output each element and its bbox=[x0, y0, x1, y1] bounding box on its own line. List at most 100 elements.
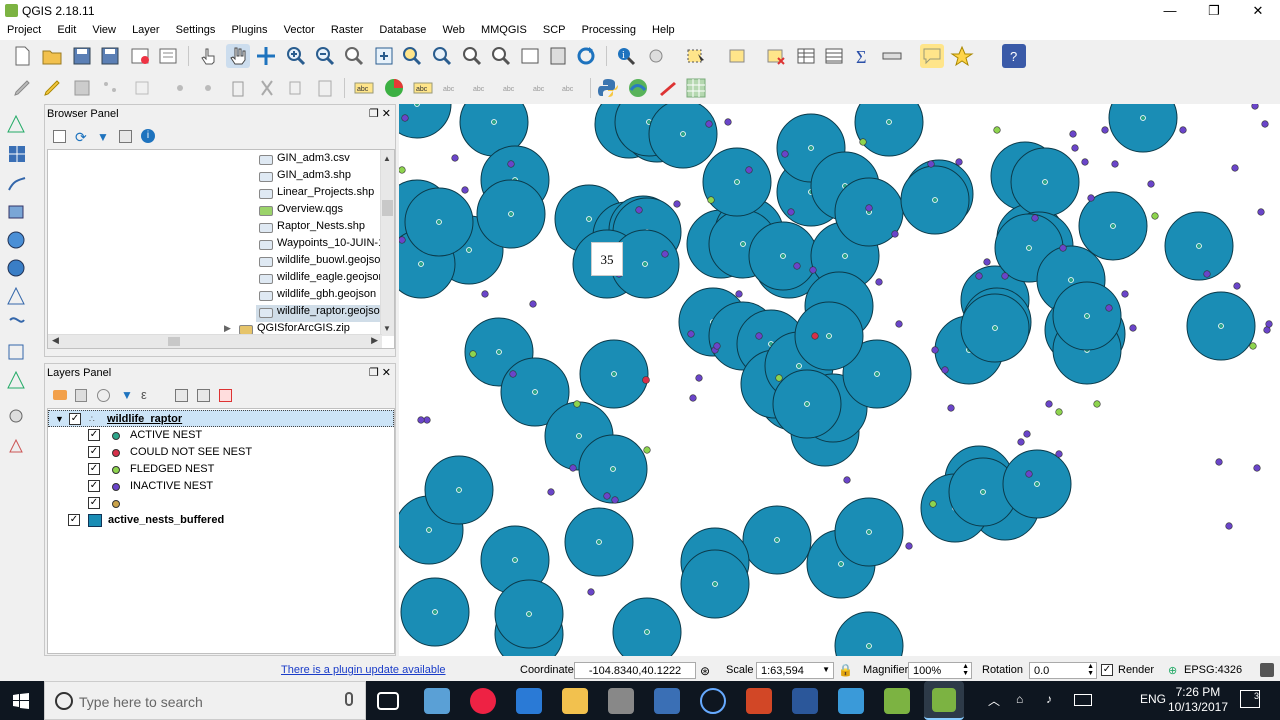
chrome-icon[interactable] bbox=[470, 688, 496, 714]
toggle-editing-icon[interactable] bbox=[40, 76, 64, 100]
paste-features-icon[interactable] bbox=[313, 76, 337, 100]
cut-features-icon[interactable] bbox=[255, 76, 279, 100]
menu-plugins[interactable]: Plugins bbox=[224, 21, 273, 36]
browser-item[interactable]: Waypoints_10-JUIN-17 bbox=[256, 237, 390, 254]
browser-horizontal-scrollbar[interactable]: ◀ ▶ bbox=[48, 334, 382, 348]
scroll-left-icon[interactable]: ◀ bbox=[52, 335, 59, 346]
qgis-active-taskbar-icon[interactable] bbox=[924, 681, 964, 720]
open-project-icon[interactable] bbox=[40, 44, 64, 68]
change-label-icon[interactable]: abc bbox=[559, 76, 583, 100]
close-button[interactable]: ✕ bbox=[1236, 0, 1280, 21]
scroll-right-icon[interactable]: ▶ bbox=[371, 335, 378, 346]
layer-row-active-nests-buffered[interactable]: ✓ active_nests_buffered bbox=[48, 512, 394, 529]
raster-tool-icon[interactable] bbox=[656, 76, 680, 100]
zoom-native-icon[interactable] bbox=[342, 44, 366, 68]
add-wms-layer-icon[interactable] bbox=[4, 228, 32, 252]
spin-arrows-icon[interactable]: ▲ ▼ bbox=[962, 663, 969, 677]
add-postgis-layer-icon[interactable] bbox=[4, 172, 32, 196]
add-delimited-text-icon[interactable] bbox=[4, 312, 32, 336]
layer-labeling-icon[interactable]: abc bbox=[352, 76, 376, 100]
move-label-icon[interactable]: abc bbox=[500, 76, 524, 100]
legend-class-inactive-nest[interactable]: ✓ INACTIVE NEST bbox=[88, 478, 388, 495]
add-vector-layer-icon[interactable] bbox=[4, 112, 32, 136]
geometry-checker-icon[interactable] bbox=[4, 404, 32, 428]
magnifier-spinbox[interactable]: 100% ▲ ▼ bbox=[908, 662, 972, 679]
map-canvas[interactable]: 35 bbox=[399, 104, 1280, 656]
close-panel-icon[interactable]: ✕ bbox=[382, 367, 391, 379]
new-project-icon[interactable] bbox=[10, 44, 34, 68]
class-visibility-checkbox[interactable]: ✓ bbox=[88, 446, 100, 458]
add-wfs-layer-icon[interactable] bbox=[4, 284, 32, 308]
add-group-icon[interactable] bbox=[75, 389, 87, 402]
task-view-icon[interactable] bbox=[377, 692, 399, 710]
menu-processing[interactable]: Processing bbox=[575, 21, 642, 36]
node-tool-icon[interactable] bbox=[168, 76, 192, 100]
browser-item[interactable]: Raptor_Nests.shp bbox=[256, 220, 365, 237]
menu-vector[interactable]: Vector bbox=[277, 21, 321, 36]
scroll-up-icon[interactable]: ▲ bbox=[383, 154, 391, 163]
legend-class-other[interactable]: ✓ bbox=[88, 495, 388, 512]
zoom-next-icon[interactable] bbox=[489, 44, 513, 68]
taskbar-app-icon[interactable] bbox=[424, 688, 450, 714]
add-raster-layer-icon[interactable] bbox=[4, 142, 32, 166]
scale-combo[interactable]: 1:63,594 ▼ bbox=[756, 662, 834, 679]
lock-scale-icon[interactable]: 🔒 bbox=[838, 663, 853, 677]
field-calculator-icon[interactable] bbox=[822, 44, 846, 68]
zoom-in-icon[interactable] bbox=[284, 44, 308, 68]
legend-class-fledged-nest[interactable]: ✓ FLEDGED NEST bbox=[88, 461, 388, 478]
bookmarks-icon[interactable] bbox=[546, 44, 570, 68]
render-checkbox[interactable]: ✓ bbox=[1101, 664, 1113, 676]
rotation-spinbox[interactable]: 0.0 ▲ ▼ bbox=[1029, 662, 1097, 679]
diagram-options-icon[interactable] bbox=[382, 76, 406, 100]
node-tool-alt-icon[interactable] bbox=[196, 76, 220, 100]
menu-raster[interactable]: Raster bbox=[324, 21, 369, 36]
measure-line-icon[interactable] bbox=[880, 44, 904, 68]
qgis-taskbar-icon[interactable] bbox=[884, 688, 910, 714]
pan-map-icon[interactable] bbox=[226, 44, 250, 68]
new-bookmark-icon[interactable] bbox=[950, 44, 974, 68]
microphone-icon[interactable] bbox=[345, 692, 353, 706]
attribute-table-icon[interactable] bbox=[794, 44, 818, 68]
language-indicator[interactable]: ENG bbox=[1140, 692, 1166, 706]
toggle-coordinate-display-icon[interactable]: ⊛ bbox=[700, 664, 710, 678]
menu-mmqgis[interactable]: MMQGIS bbox=[474, 21, 533, 36]
new-map-view-icon[interactable] bbox=[518, 44, 542, 68]
restore-button[interactable]: ❐ bbox=[1192, 0, 1236, 21]
browser-item-selected[interactable]: wildlife_raptor.geojson bbox=[256, 305, 386, 322]
composer-manager-icon[interactable] bbox=[156, 44, 180, 68]
legend-class-active-nest[interactable]: ✓ ACTIVE NEST bbox=[88, 427, 388, 444]
float-panel-icon[interactable]: ❐ bbox=[369, 108, 379, 120]
run-feature-action-icon[interactable] bbox=[644, 44, 668, 68]
network-icon[interactable]: ⌂ bbox=[1016, 692, 1023, 706]
filter-browser-icon[interactable]: ▼ bbox=[97, 130, 109, 144]
float-panel-icon[interactable]: ❐ bbox=[369, 367, 379, 379]
collapse-all-icon[interactable] bbox=[119, 130, 132, 143]
taskbar-search[interactable]: Type here to search bbox=[44, 681, 366, 720]
python-console-icon[interactable] bbox=[596, 76, 620, 100]
legend-class-could-not-see-nest[interactable]: ✓ COULD NOT SEE NEST bbox=[88, 444, 388, 461]
zoom-out-icon[interactable] bbox=[313, 44, 337, 68]
zoom-full-icon[interactable] bbox=[372, 44, 396, 68]
taskbar-app-icon[interactable] bbox=[838, 688, 864, 714]
menu-view[interactable]: View bbox=[85, 21, 122, 36]
scroll-thumb[interactable] bbox=[382, 200, 393, 216]
manage-map-themes-icon[interactable] bbox=[97, 389, 110, 402]
class-visibility-checkbox[interactable]: ✓ bbox=[88, 480, 100, 492]
filter-by-expression-icon[interactable]: ε bbox=[141, 387, 147, 402]
menu-web[interactable]: Web bbox=[435, 21, 470, 36]
keyboard-icon[interactable] bbox=[1074, 694, 1092, 706]
browser-item[interactable]: Linear_Projects.shp bbox=[256, 186, 374, 203]
browser-item[interactable]: GIN_adm3.csv bbox=[256, 152, 350, 169]
expand-arrow-icon[interactable]: ▶ bbox=[224, 323, 231, 334]
close-panel-icon[interactable]: ✕ bbox=[382, 108, 391, 120]
coordinate-field[interactable]: -104.8340,40.1222 bbox=[574, 662, 696, 679]
word-icon[interactable] bbox=[792, 688, 818, 714]
new-print-composer-icon[interactable] bbox=[128, 44, 152, 68]
save-as-icon[interactable] bbox=[98, 44, 122, 68]
scroll-down-icon[interactable]: ▼ bbox=[383, 324, 391, 333]
map-svg[interactable] bbox=[399, 104, 1280, 656]
volume-icon[interactable]: ♪ bbox=[1046, 692, 1052, 706]
expand-all-icon[interactable] bbox=[175, 389, 188, 402]
rotate-label-icon[interactable]: abc bbox=[530, 76, 554, 100]
class-visibility-checkbox[interactable]: ✓ bbox=[88, 497, 100, 509]
